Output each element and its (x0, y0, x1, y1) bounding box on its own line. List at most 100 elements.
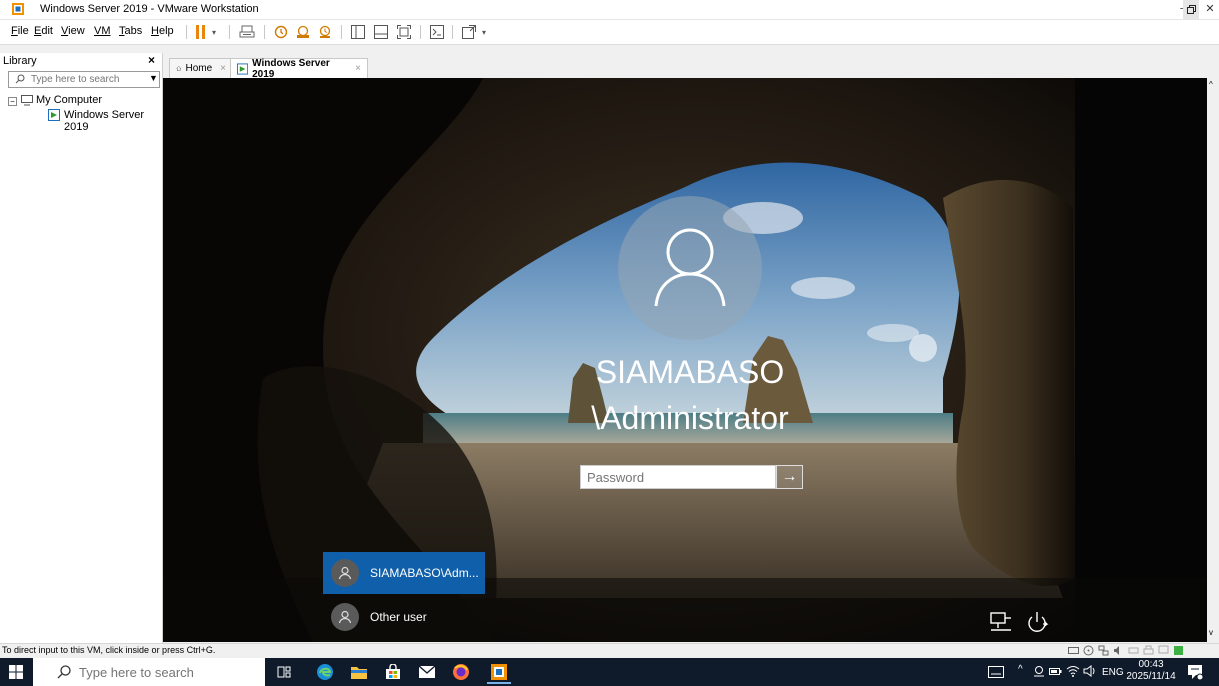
notification-center-icon[interactable] (1187, 664, 1203, 680)
tree-item-windows-server-2019[interactable]: Windows Server 2019 (64, 109, 162, 133)
power-dropdown-icon[interactable]: ▾ (208, 23, 220, 41)
restore-icon[interactable] (1183, 0, 1199, 19)
menu-view[interactable]: View (61, 25, 85, 37)
language-indicator[interactable]: ENG (1102, 667, 1124, 678)
user-list-label: SIAMABASO\Adm... (370, 566, 479, 580)
status-bar: To direct input to this VM, click inside… (0, 643, 1219, 658)
toolbar-separator (452, 25, 453, 39)
vmware-app-icon (12, 3, 24, 15)
windows-start-icon[interactable] (9, 665, 23, 679)
revert-snapshot-icon[interactable] (294, 23, 312, 41)
microsoft-store-icon[interactable] (381, 661, 405, 683)
menu-help[interactable]: Help (151, 25, 174, 37)
library-search-box[interactable]: ▼ (8, 71, 160, 88)
power-icon[interactable] (1026, 611, 1050, 633)
thumbnail-bar-icon[interactable] (372, 23, 390, 41)
library-search-input[interactable] (31, 72, 135, 87)
toolbar-separator (186, 25, 187, 39)
password-input[interactable] (587, 469, 767, 485)
toolbar-separator (341, 25, 342, 39)
send-ctrl-alt-del-icon[interactable] (238, 23, 256, 41)
vm-console[interactable]: SIAMABASO \Administrator → SIAMABASO\Adm… (163, 78, 1207, 642)
vmware-taskbar-icon[interactable] (487, 661, 511, 684)
tab-windows-server-2019[interactable]: Windows Server 2019 × (230, 57, 368, 80)
computer-icon (21, 95, 33, 106)
user-list-label: Other user (370, 610, 427, 624)
user-list-item-administrator[interactable]: SIAMABASO\Adm... (323, 552, 485, 594)
tree-item-my-computer[interactable]: My Computer (36, 94, 102, 106)
menu-tabs[interactable]: Tabs (119, 25, 142, 37)
toolbar-separator (264, 25, 265, 39)
vm-scrollbar[interactable]: ^ v (1207, 78, 1219, 642)
edge-icon[interactable] (313, 661, 337, 683)
user-icon (654, 228, 726, 307)
tab-home[interactable]: Home × (169, 58, 233, 78)
library-title: Library (3, 55, 37, 67)
taskbar-search-input[interactable] (79, 664, 249, 680)
network-adapter-icon[interactable] (1098, 645, 1109, 656)
toolbar-separator (420, 25, 421, 39)
printer-icon[interactable] (1143, 645, 1154, 656)
login-username-line1: SIAMABASO (595, 354, 785, 390)
clock[interactable]: 00:43 2025/11/14 (1126, 659, 1176, 683)
hard-disk-icon[interactable] (1068, 645, 1079, 656)
snapshot-icon[interactable] (272, 23, 290, 41)
pause-icon[interactable] (194, 23, 208, 41)
network-icon[interactable] (989, 612, 1013, 632)
scroll-down-icon[interactable]: v (1209, 628, 1213, 637)
user-list-item-other-user[interactable]: Other user (323, 596, 485, 638)
status-text: To direct input to this VM, click inside… (2, 645, 216, 655)
onedrive-icon[interactable] (1033, 665, 1045, 678)
close-icon[interactable]: ✕ (1201, 0, 1219, 19)
task-view-icon[interactable] (272, 661, 296, 683)
user-avatar (618, 196, 762, 340)
library-panel: Library × ▼ − My Computer Windows Server… (0, 53, 163, 643)
title-bar: Windows Server 2019 - VMware Workstation… (0, 0, 1219, 20)
submit-arrow-button[interactable]: → (776, 465, 803, 489)
tab-close-icon[interactable]: × (220, 63, 226, 74)
home-icon (176, 65, 182, 71)
menu-bar: File Edit View VM Tabs Help ▾ ▾ (0, 20, 1219, 45)
message-log-icon[interactable] (1173, 645, 1184, 656)
mail-icon[interactable] (415, 661, 439, 683)
display-icon[interactable] (1158, 645, 1169, 656)
library-close-icon[interactable]: × (148, 53, 155, 67)
stretch-guest-icon[interactable] (460, 23, 478, 41)
user-icon (331, 559, 359, 587)
usb-icon[interactable] (1128, 645, 1139, 656)
sound-card-icon[interactable] (1113, 645, 1124, 656)
search-icon (15, 74, 25, 84)
device-status-icons (1068, 645, 1184, 656)
toolbar-separator (229, 25, 230, 39)
firefox-icon[interactable] (449, 661, 473, 683)
taskbar-search-box[interactable] (33, 658, 265, 686)
menu-file[interactable]: File (11, 25, 29, 37)
tab-bar: Home × Windows Server 2019 × (163, 54, 1219, 80)
taskbar: ^ ENG 00:43 2025/11/14 (0, 658, 1219, 686)
tab-close-icon[interactable]: × (355, 63, 361, 74)
wifi-icon[interactable] (1066, 665, 1080, 677)
battery-icon[interactable] (1049, 666, 1062, 677)
tab-windows-server-label: Windows Server 2019 (252, 57, 330, 80)
cd-dvd-icon[interactable] (1083, 645, 1094, 656)
password-box[interactable] (580, 465, 776, 489)
clock-date: 2025/11/14 (1126, 671, 1176, 682)
volume-icon[interactable] (1083, 665, 1097, 677)
tree-collapse-icon[interactable]: − (8, 97, 17, 106)
user-icon (331, 603, 359, 631)
console-view-icon[interactable] (428, 23, 446, 41)
snapshot-manager-icon[interactable] (316, 23, 334, 41)
file-explorer-icon[interactable] (347, 661, 371, 683)
search-dropdown-icon[interactable]: ▼ (149, 73, 158, 83)
full-screen-icon[interactable] (395, 23, 413, 41)
show-library-icon[interactable] (349, 23, 367, 41)
scroll-up-icon[interactable]: ^ (1209, 80, 1213, 89)
keyboard-icon[interactable] (988, 666, 1004, 678)
login-username-line2: \Administrator (591, 400, 789, 436)
menu-vm[interactable]: VM (94, 25, 111, 37)
menu-edit[interactable]: Edit (34, 25, 53, 37)
window-title: Windows Server 2019 - VMware Workstation (40, 3, 259, 15)
tab-home-label: Home (185, 63, 213, 74)
stretch-dropdown-icon[interactable]: ▾ (479, 23, 489, 41)
show-hidden-icons-icon[interactable]: ^ (1018, 664, 1023, 675)
